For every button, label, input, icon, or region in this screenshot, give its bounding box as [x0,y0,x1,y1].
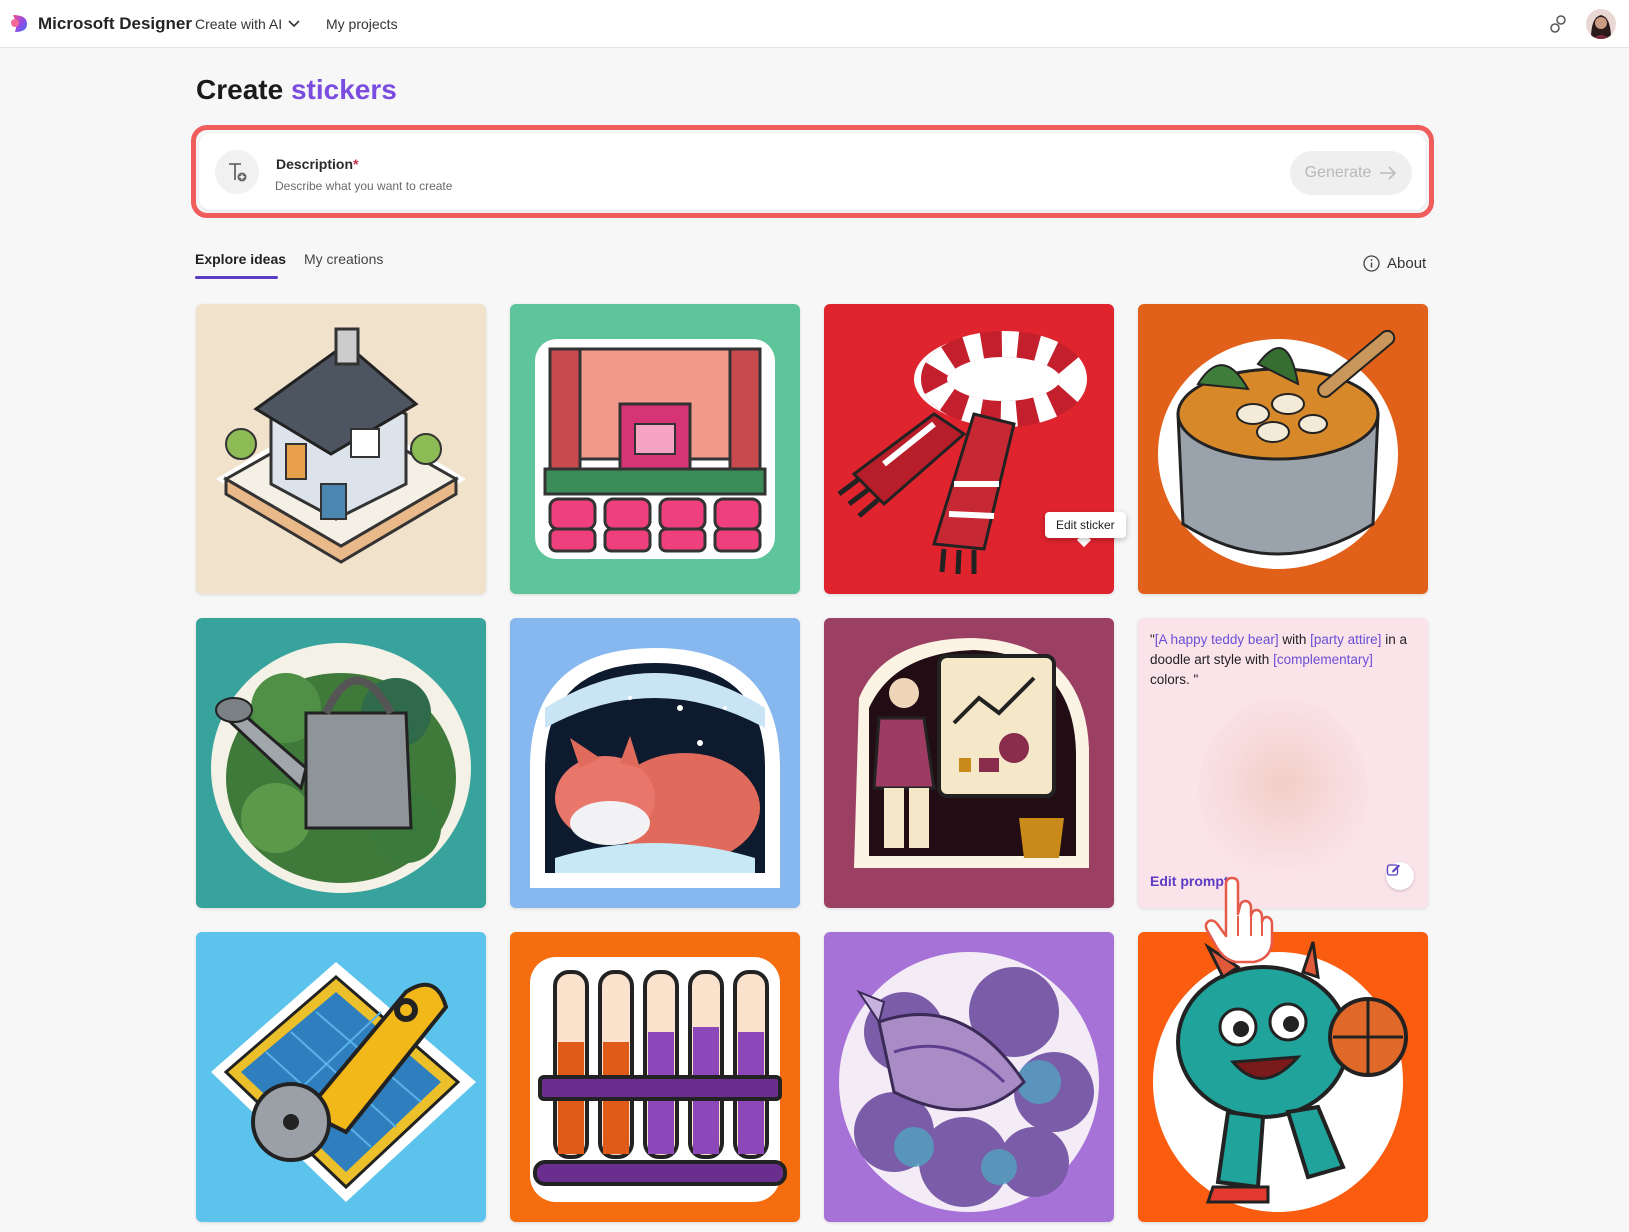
about-label: About [1387,255,1427,272]
presentation-sticker [854,638,1089,868]
page-title: Create stickers [196,74,397,106]
rotary-cutter-sticker [211,962,476,1202]
share-link-icon[interactable] [1548,14,1568,34]
nav-my-projects[interactable]: My projects [326,16,398,32]
description-label: Description* [276,156,358,172]
description-input[interactable] [275,176,1175,196]
tab-explore-ideas[interactable]: Explore ideas [195,251,286,267]
scarf-sticker [837,331,1087,575]
prompt-text: "[A happy teddy bear] with [party attire… [1150,630,1416,690]
monster-sticker [1153,941,1408,1212]
designer-logo-icon[interactable] [9,13,30,34]
chevron-down-icon [288,20,300,28]
tab-underline [195,276,278,279]
generate-button[interactable]: Generate [1290,151,1412,195]
prompt-card[interactable]: "[A happy teddy bear] with [party attire… [1138,618,1428,908]
sticker-tile-presentation[interactable] [824,618,1114,908]
prompt-token-colors[interactable]: [complementary] [1273,652,1373,667]
sticker-tile-scarf[interactable] [824,304,1114,594]
seashell-sticker [839,952,1099,1212]
description-label-text: Description [276,156,354,172]
required-mark: * [353,156,359,172]
theater-sticker [535,339,775,559]
hand-pointer-icon [1204,876,1274,964]
sticker-tile-house[interactable] [196,304,486,594]
about-button[interactable]: About [1363,255,1426,272]
teddy-bear-blurred-image [1198,698,1368,888]
sleeping-fox-sticker [530,648,780,888]
edit-sticker-tooltip: Edit sticker [1045,512,1126,538]
house-sticker [216,327,466,564]
tab-my-creations[interactable]: My creations [304,251,383,267]
sticker-tile-rotary-cutter[interactable] [196,932,486,1222]
prompt-text-end: colors. " [1150,672,1199,687]
nav-create-with-ai[interactable]: Create with AI [195,16,300,32]
highlight-frame [191,125,1434,218]
prompt-token-subject[interactable]: [A happy teddy bear] [1155,632,1279,647]
nav-create-label: Create with AI [195,16,283,32]
generate-label: Generate [1304,164,1372,181]
brand-name[interactable]: Microsoft Designer [38,14,192,34]
edit-image-button[interactable] [1386,862,1414,890]
sticker-tile-monster[interactable] [1138,932,1428,1222]
sticker-tile-seashell[interactable] [824,932,1114,1222]
text-add-icon [215,150,259,194]
stew-pot-sticker [1158,329,1398,569]
page-title-plain: Create [196,74,284,105]
sticker-tile-stew-pot[interactable] [1138,304,1428,594]
info-icon [1363,255,1380,272]
sticker-tile-test-tubes[interactable] [510,932,800,1222]
prompt-token-attire[interactable]: [party attire] [1310,632,1381,647]
arrow-right-icon [1380,166,1397,180]
sticker-tile-watering-can[interactable] [196,618,486,908]
sticker-tile-sleeping-fox[interactable] [510,618,800,908]
prompt-text-with: with [1278,632,1311,647]
sticker-tile-theater[interactable] [510,304,800,594]
test-tubes-sticker [530,957,787,1202]
watering-can-sticker [211,643,471,893]
avatar[interactable] [1586,9,1616,39]
edit-image-icon [1386,864,1400,876]
top-bar: Microsoft Designer Create with AI My pro… [0,0,1629,48]
page-title-accent: stickers [290,74,397,105]
